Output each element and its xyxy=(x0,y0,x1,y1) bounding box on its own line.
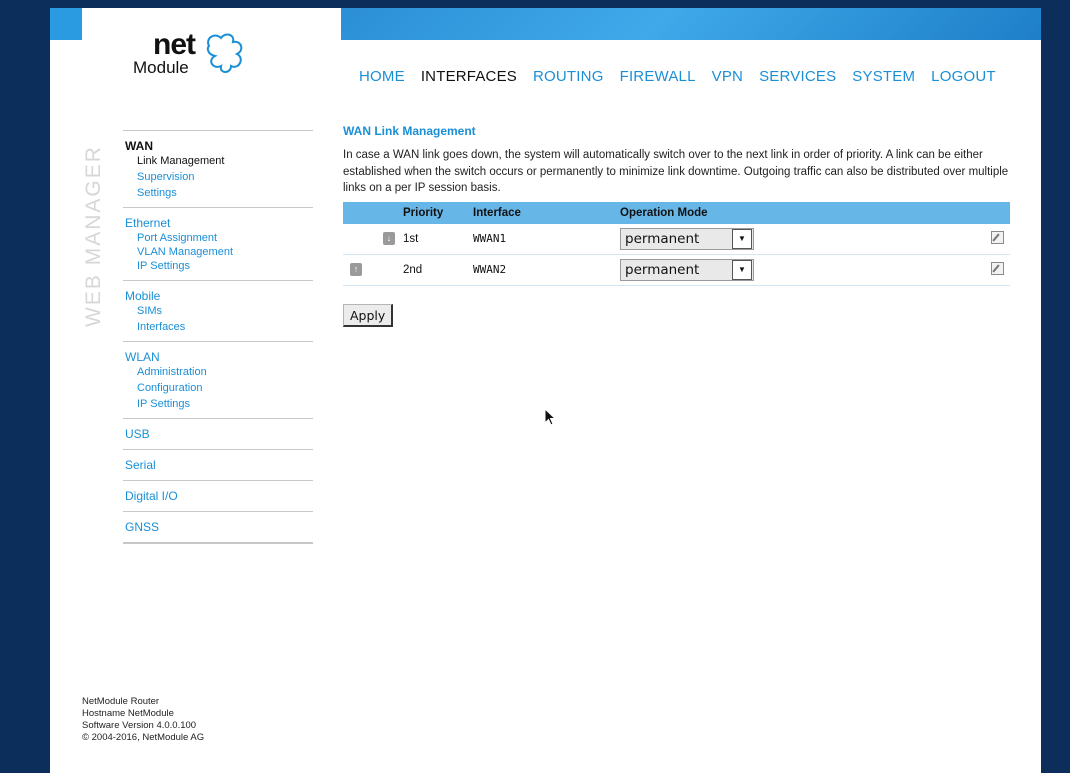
table-row: ↓ 1st WWAN1 permanent ▼ xyxy=(343,223,1010,255)
sidebar-section-wan: WAN Link Management Supervision Settings xyxy=(123,130,313,207)
row-move-cell: ↓ xyxy=(343,223,403,255)
nav-interfaces[interactable]: INTERFACES xyxy=(413,68,525,85)
sidebar-item-supervision[interactable]: Supervision xyxy=(123,169,313,185)
sidebar-item-wan-settings[interactable]: Settings xyxy=(123,185,313,201)
page-title: WAN Link Management xyxy=(343,124,476,138)
row-interface: WWAN1 xyxy=(473,223,620,255)
row-edit-cell xyxy=(980,223,1010,255)
sidebar-item-port-assignment[interactable]: Port Assignment xyxy=(123,230,313,246)
wan-links-table: Priority Interface Operation Mode ↓ 1st … xyxy=(343,201,1010,286)
row-edit-cell xyxy=(980,254,1010,286)
web-manager-text: WEB MANAGER xyxy=(82,145,105,327)
operation-mode-value: permanent xyxy=(625,230,700,247)
footer-line-version: Software Version 4.0.0.100 xyxy=(82,720,197,731)
web-manager-vertical-label: WEB MANAGER xyxy=(80,126,105,346)
sidebar: WAN Link Management Supervision Settings… xyxy=(123,130,313,544)
nav-routing[interactable]: ROUTING xyxy=(525,68,612,85)
sidebar-bottom-divider xyxy=(123,542,313,544)
footer-line-hostname: Hostname NetModule xyxy=(82,708,174,719)
header-interface: Interface xyxy=(473,201,620,224)
footer-line-product: NetModule Router xyxy=(82,696,160,707)
sidebar-section-serial: Serial xyxy=(123,449,313,480)
row-mode-cell: permanent ▼ xyxy=(620,223,980,255)
sidebar-section-ethernet: Ethernet Port Assignment VLAN Management… xyxy=(123,207,313,280)
nav-logout[interactable]: LOGOUT xyxy=(923,68,1004,85)
move-up-icon[interactable]: ↑ xyxy=(350,263,362,276)
header-operation-mode: Operation Mode xyxy=(620,201,980,224)
row-interface: WWAN2 xyxy=(473,254,620,286)
header-spacer xyxy=(343,201,403,224)
mouse-pointer-icon xyxy=(544,408,557,426)
table-row: ↑ 2nd WWAN2 permanent ▼ xyxy=(343,254,1010,286)
sidebar-head-wlan[interactable]: WLAN xyxy=(123,350,313,364)
sidebar-head-wan[interactable]: WAN xyxy=(123,139,313,153)
header-band-left xyxy=(50,8,82,40)
row-mode-cell: permanent ▼ xyxy=(620,254,980,286)
main-content: WAN Link Management In case a WAN link g… xyxy=(343,124,1019,327)
sidebar-section-wlan: WLAN Administration Configuration IP Set… xyxy=(123,341,313,418)
row-priority: 2nd xyxy=(403,254,473,286)
nav-firewall[interactable]: FIREWALL xyxy=(612,68,704,85)
sidebar-head-usb[interactable]: USB xyxy=(123,427,313,441)
footer-info: NetModule Router Hostname NetModule Soft… xyxy=(82,696,204,744)
sidebar-item-configuration[interactable]: Configuration xyxy=(123,380,313,396)
header-actions xyxy=(980,201,1010,224)
sidebar-head-serial[interactable]: Serial xyxy=(123,458,313,472)
edit-icon[interactable] xyxy=(991,261,1004,275)
sidebar-item-mobile-interfaces[interactable]: Interfaces xyxy=(123,319,313,335)
header-band-right xyxy=(341,8,1041,40)
logo-net-text: net xyxy=(153,28,196,61)
table-header-row: Priority Interface Operation Mode xyxy=(343,201,1010,224)
chevron-down-icon[interactable]: ▼ xyxy=(732,259,752,280)
row-move-cell: ↑ xyxy=(343,254,403,286)
sidebar-item-link-management[interactable]: Link Management xyxy=(123,153,313,169)
operation-mode-select[interactable]: permanent ▼ xyxy=(620,258,754,281)
puzzle-icon xyxy=(206,33,243,73)
operation-mode-value: permanent xyxy=(625,261,700,278)
sidebar-section-mobile: Mobile SIMs Interfaces xyxy=(123,280,313,341)
operation-mode-select[interactable]: permanent ▼ xyxy=(620,227,754,250)
move-down-icon[interactable]: ↓ xyxy=(383,232,395,245)
footer-line-copyright: © 2004-2016, NetModule AG xyxy=(82,732,205,743)
page: net Module HOME INTERFACES ROUTING FIREW… xyxy=(50,8,1041,773)
sidebar-item-vlan-management[interactable]: VLAN Management xyxy=(123,246,313,258)
chevron-down-icon[interactable]: ▼ xyxy=(732,228,752,249)
row-priority: 1st xyxy=(403,223,473,255)
nav-vpn[interactable]: VPN xyxy=(704,68,751,85)
sidebar-section-usb: USB xyxy=(123,418,313,449)
sidebar-item-administration[interactable]: Administration xyxy=(123,364,313,380)
sidebar-item-wlan-ip-settings[interactable]: IP Settings xyxy=(123,396,313,412)
header-priority: Priority xyxy=(403,201,473,224)
sidebar-item-ethernet-ip-settings[interactable]: IP Settings xyxy=(123,258,313,274)
apply-button[interactable]: Apply xyxy=(343,303,394,327)
top-navigation: HOME INTERFACES ROUTING FIREWALL VPN SER… xyxy=(351,68,1004,85)
netmodule-logo[interactable]: net Module xyxy=(133,22,263,82)
sidebar-head-digital-io[interactable]: Digital I/O xyxy=(123,489,313,503)
nav-home[interactable]: HOME xyxy=(351,68,413,85)
sidebar-head-gnss[interactable]: GNSS xyxy=(123,520,313,534)
edit-icon[interactable] xyxy=(991,230,1004,244)
sidebar-head-mobile[interactable]: Mobile xyxy=(123,289,313,303)
sidebar-section-digital-io: Digital I/O xyxy=(123,480,313,511)
sidebar-section-gnss: GNSS xyxy=(123,511,313,542)
sidebar-head-ethernet[interactable]: Ethernet xyxy=(123,216,313,230)
sidebar-item-sims[interactable]: SIMs xyxy=(123,303,313,319)
page-description: In case a WAN link goes down, the system… xyxy=(343,149,1009,194)
logo-module-text: Module xyxy=(133,58,189,77)
nav-system[interactable]: SYSTEM xyxy=(844,68,923,85)
nav-services[interactable]: SERVICES xyxy=(751,68,844,85)
